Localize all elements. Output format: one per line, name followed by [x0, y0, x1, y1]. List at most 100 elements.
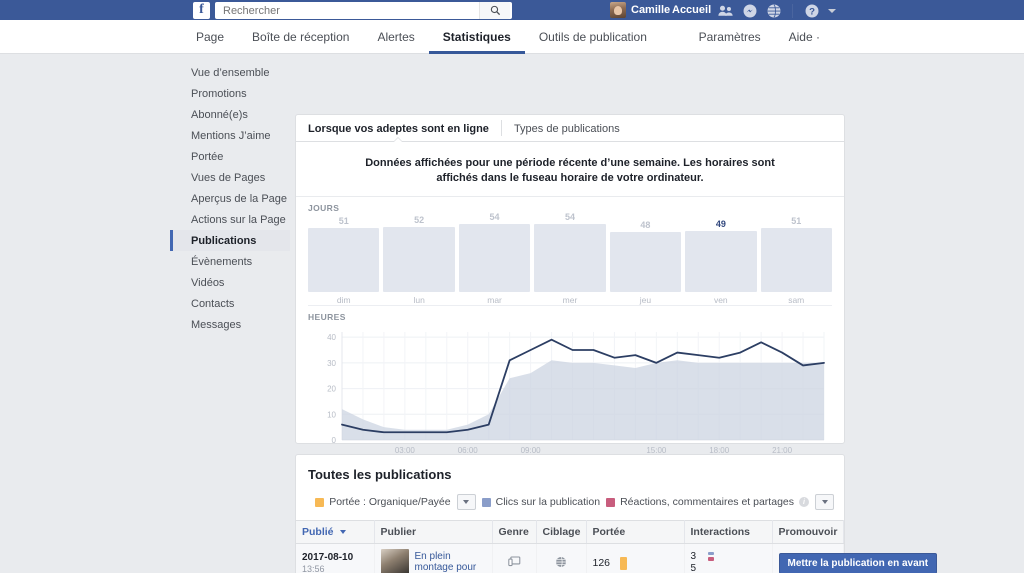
cell-genre: [492, 543, 537, 573]
page-nav-bar: Page Boîte de réception Alertes Statisti…: [0, 20, 1024, 54]
tab-fans-online[interactable]: Lorsque vos adeptes sont en ligne: [296, 115, 501, 143]
post-time: 13:56: [302, 564, 325, 573]
page-body: Vue d’ensemble Promotions Abonné(e)s Men…: [0, 54, 1024, 573]
fans-online-card: Lorsque vos adeptes sont en ligne Types …: [295, 114, 845, 455]
topbar-divider: [792, 3, 793, 18]
post-date: 2017-08-10: [302, 552, 354, 563]
topbar-home-link[interactable]: Accueil: [672, 4, 711, 16]
info-icon[interactable]: i: [799, 497, 809, 507]
sidebar-item-contacts[interactable]: Contacts: [170, 293, 290, 314]
nav-item-page[interactable]: Page: [182, 20, 238, 54]
sidebar-item-page-views[interactable]: Vues de Pages: [170, 167, 290, 188]
day-bar-rect: [609, 232, 682, 292]
sidebar-item-messages[interactable]: Messages: [170, 314, 290, 335]
reach-metric-dropdown[interactable]: [456, 494, 476, 510]
day-axis-label-mar: mar: [487, 295, 502, 305]
nav-item-alerts[interactable]: Alertes: [363, 20, 428, 54]
help-icon[interactable]: ?: [804, 3, 819, 18]
column-header-post[interactable]: Publier: [374, 520, 493, 544]
tab-fans-online-label: Lorsque vos adeptes sont en ligne: [308, 122, 489, 135]
sidebar-item-events[interactable]: Évènements: [170, 251, 290, 272]
sidebar-item-page-actions[interactable]: Actions sur la Page: [170, 209, 290, 230]
nav-item-statistics[interactable]: Statistiques: [429, 20, 525, 54]
hours-y-tick-label: 0: [332, 436, 337, 445]
tab-post-types[interactable]: Types de publications: [502, 115, 632, 142]
nav-item-inbox[interactable]: Boîte de réception: [238, 20, 363, 54]
globe-icon: [556, 556, 566, 567]
column-header-reach[interactable]: Portée: [586, 520, 685, 544]
nav-item-settings[interactable]: Paramètres: [685, 20, 775, 54]
day-bar-rect: [458, 224, 531, 292]
day-value-label: 49: [715, 219, 726, 229]
posts-table-body: 2017-08-1013:56 En plein montage pour ma …: [296, 543, 938, 573]
column-header-genre[interactable]: Genre: [492, 520, 537, 544]
sidebar-item-publications[interactable]: Publications: [170, 230, 290, 251]
legend-swatch-clicks: [481, 497, 491, 507]
facebook-top-bar: f Camille Accueil: [0, 0, 1024, 20]
legend-label-reach: Portée : Organique/Payée: [329, 496, 451, 508]
column-header-promote[interactable]: Promouvoir: [772, 520, 844, 544]
post-text[interactable]: En plein montage pour ma vidéo de de: [415, 551, 486, 573]
friend-requests-icon[interactable]: [718, 3, 733, 18]
legend-swatch-reach: [315, 497, 325, 507]
search-icon[interactable]: [479, 2, 510, 19]
sort-descending-icon: [340, 530, 347, 535]
column-header-targeting[interactable]: Ciblage: [536, 520, 587, 544]
sidebar-item-likes[interactable]: Mentions J’aime: [170, 125, 290, 146]
days-axis-labels: dim lun mar mer jeu ven sam: [308, 292, 832, 305]
chevron-down-icon: [463, 500, 470, 504]
sidebar-item-reach[interactable]: Portée: [170, 146, 290, 167]
day-axis-label-jeu: jeu: [639, 295, 652, 305]
page-nav-right: Paramètres Aide ·: [685, 20, 834, 54]
nav-item-publishing-tools[interactable]: Outils de publication: [525, 20, 661, 54]
page-nav-left: Page Boîte de réception Alertes Statisti…: [182, 20, 661, 54]
search-glyph: [490, 5, 500, 16]
topbar-user-name[interactable]: Camille: [631, 4, 670, 16]
legend-label-clicks: Clics sur la publication: [495, 496, 601, 508]
column-header-published-label: Publié: [302, 526, 334, 538]
day-bar-ven[interactable]: 49: [685, 217, 757, 292]
legend-label-reactions: Réactions, commentaires et partages: [620, 496, 794, 508]
day-value-label: 51: [338, 216, 349, 226]
account-chevron-icon[interactable]: [828, 8, 836, 13]
card-note: Données affichées pour une période récen…: [365, 157, 775, 184]
sidebar-item-promotions[interactable]: Promotions: [170, 83, 290, 104]
photo-stack-icon: [507, 556, 520, 567]
day-axis-label-ven: ven: [713, 295, 728, 305]
day-bar-rect: [685, 231, 757, 292]
day-bar-mar[interactable]: 54: [458, 212, 531, 292]
messenger-icon[interactable]: [742, 3, 757, 18]
day-axis-label-dim: dim: [336, 295, 351, 305]
legend-item-reactions: Réactions, commentaires et partages i: [606, 496, 809, 508]
sidebar-item-followers[interactable]: Abonné(e)s: [170, 104, 290, 125]
clicks-value: 3: [690, 551, 697, 562]
day-bar-dim[interactable]: 51: [308, 216, 380, 292]
day-bar-lun[interactable]: 52: [383, 215, 455, 292]
search-box[interactable]: [215, 2, 512, 19]
day-bar-jeu[interactable]: 48: [609, 217, 682, 292]
sidebar-item-page-previews[interactable]: Aperçus de la Page: [170, 188, 290, 209]
avatar[interactable]: [610, 2, 626, 18]
hours-line-chart: 0 10 20 30 40 03:00 06:00 09:00 15:00 18:00 21:00: [308, 324, 832, 464]
facebook-logo-icon[interactable]: f: [193, 2, 210, 19]
promote-post-button[interactable]: Mettre la publication en avant: [778, 552, 938, 573]
search-input[interactable]: [221, 3, 479, 18]
tab-active-arrow-icon: [393, 138, 404, 143]
cell-post: En plein montage pour ma vidéo de de: [374, 543, 493, 573]
nav-item-help[interactable]: Aide ·: [775, 20, 834, 54]
sidebar-item-overview[interactable]: Vue d’ensemble: [170, 62, 290, 83]
column-header-published[interactable]: Publié: [296, 520, 375, 544]
column-header-interactions[interactable]: Interactions: [684, 520, 773, 544]
post-thumbnail[interactable]: [380, 549, 409, 573]
notifications-globe-icon[interactable]: [766, 3, 781, 18]
all-posts-card: Toutes les publications Portée : Organiq…: [295, 454, 938, 573]
insights-sidebar: Vue d’ensemble Promotions Abonné(e)s Men…: [170, 62, 290, 335]
reach-bar: [620, 556, 628, 570]
table-row[interactable]: 2017-08-1013:56 En plein montage pour ma …: [296, 543, 938, 573]
legend-item-reach: Portée : Organique/Payée: [315, 496, 451, 508]
day-bar-mer[interactable]: 54: [534, 212, 606, 292]
cell-reach: 126: [586, 543, 685, 573]
sidebar-item-videos[interactable]: Vidéos: [170, 272, 290, 293]
interactions-metric-dropdown[interactable]: [815, 494, 834, 510]
day-bar-sam[interactable]: 51: [760, 216, 832, 292]
